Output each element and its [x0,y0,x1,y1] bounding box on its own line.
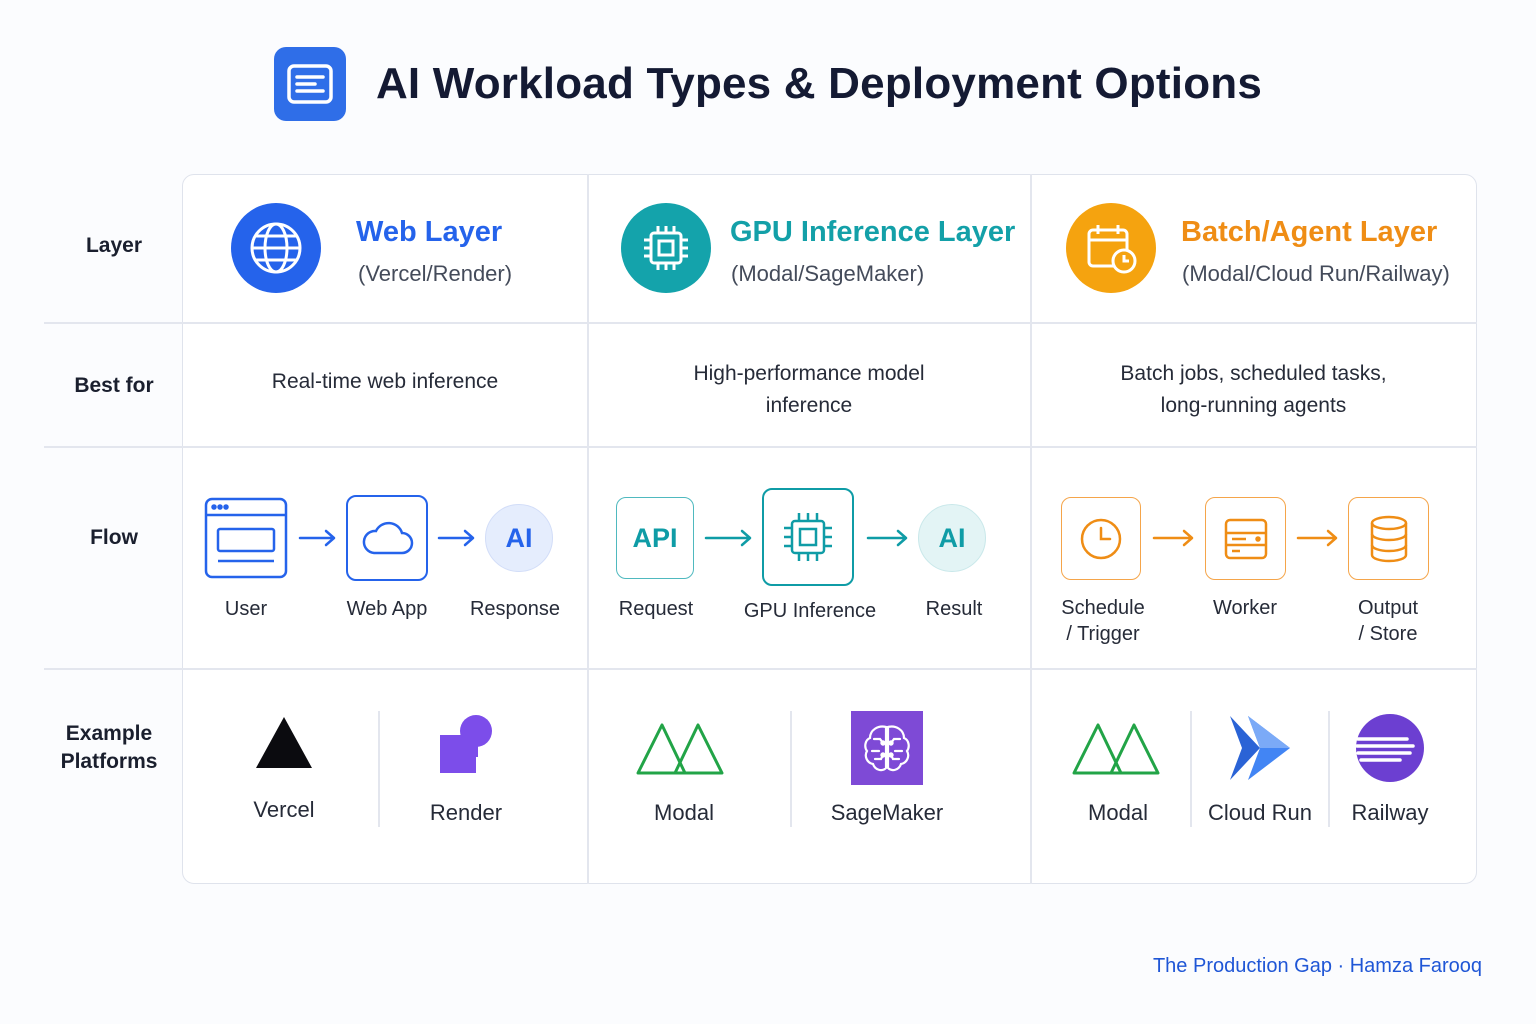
batch-best-for-line: Batch jobs, scheduled tasks, [1120,362,1387,385]
browser-window-icon [204,497,288,579]
platform-divider [1190,711,1192,827]
gpu-layer-subtitle: (Modal/SageMaker) [731,261,925,286]
gpu-layer-title: GPU Inference Layer [730,216,1016,248]
ai-label: AI [938,522,966,553]
platform-divider [378,711,380,827]
flow-caption-line: / Store [1358,623,1418,645]
web-best-for: Real-time web inference [271,370,499,393]
flow-caption-line: Schedule [1061,597,1145,619]
flow-caption: Schedule / Trigger [1044,595,1162,647]
row-label-best-for: Best for [74,374,154,397]
batch-best-for-line: long-running agents [1160,394,1347,417]
batch-layer-subtitle: (Modal/Cloud Run/Railway) [1182,261,1450,286]
flow-caption: GPU Inference [743,600,877,622]
sagemaker-brain-icon [851,711,923,785]
platform-name: Modal [1088,800,1148,825]
calendar-clock-icon [1066,203,1156,293]
gpu-best-for: High-performance model inference [588,358,1030,422]
platform-name: SageMaker [830,800,944,825]
arrow-right-icon [298,529,336,547]
row-divider [44,668,1477,670]
api-label: API [632,522,678,553]
flow-caption: Worker [1212,597,1278,619]
batch-layer-title: Batch/Agent Layer [1181,216,1438,248]
cpu-chip-icon [621,203,711,293]
header: AI Workload Types & Deployment Options [0,46,1536,122]
render-logo-icon [434,712,498,776]
platform-divider [790,711,792,827]
row-divider [44,446,1477,448]
arrow-right-icon [1296,529,1338,547]
ai-label: AI [505,522,533,553]
platform-name: Modal [654,800,714,825]
web-layer-subtitle: (Vercel/Render) [358,261,513,286]
row-label-flow: Flow [90,526,138,549]
platform-name: Render [429,800,503,825]
flow-caption: Response [469,598,561,620]
row-divider [44,322,1477,324]
footer-credit: The Production Gap · Hamza Farooq [1152,955,1482,977]
gpu-best-for-line: High-performance model [693,362,925,385]
flow-caption-line: / Trigger [1066,623,1140,645]
flow-caption: Output / Store [1338,595,1438,647]
column-divider [587,174,589,884]
flow-caption: Web App [346,598,428,620]
modal-logo-icon [634,718,726,778]
cloud-run-icon [1224,712,1294,784]
row-label-layer: Layer [85,234,143,257]
clock-icon [1061,497,1141,580]
document-list-icon [273,47,346,121]
column-divider [1030,174,1032,884]
gpu-best-for-line: inference [765,394,853,417]
flow-caption: User [224,598,268,620]
platform-name: Railway [1351,800,1429,825]
api-request-node: API [616,497,694,579]
globe-icon [231,203,321,293]
server-icon [1205,497,1286,580]
vercel-triangle-icon [252,712,316,772]
arrow-right-icon [437,529,475,547]
cloud-icon [346,495,428,581]
platform-name: Vercel [253,797,315,822]
web-layer-title: Web Layer [356,216,503,248]
batch-best-for: Batch jobs, scheduled tasks, long-runnin… [1031,358,1476,422]
arrow-right-icon [866,529,908,547]
platform-name: Cloud Run [1208,800,1312,825]
arrow-right-icon [1152,529,1194,547]
flow-caption: Request [618,598,694,620]
flow-caption: Result [925,598,983,620]
arrow-right-icon [704,529,752,547]
page-title: AI Workload Types & Deployment Options [375,59,1263,108]
ai-result-node: AI [918,504,986,572]
database-icon [1348,497,1429,580]
railway-logo-icon [1354,711,1426,785]
cpu-chip-icon [762,488,854,586]
platform-divider [1328,711,1330,827]
ai-response-node: AI [485,504,553,572]
flow-caption-line: Output [1357,597,1419,619]
row-label-platforms: Example Platforms [60,722,158,773]
modal-logo-icon [1070,718,1162,778]
